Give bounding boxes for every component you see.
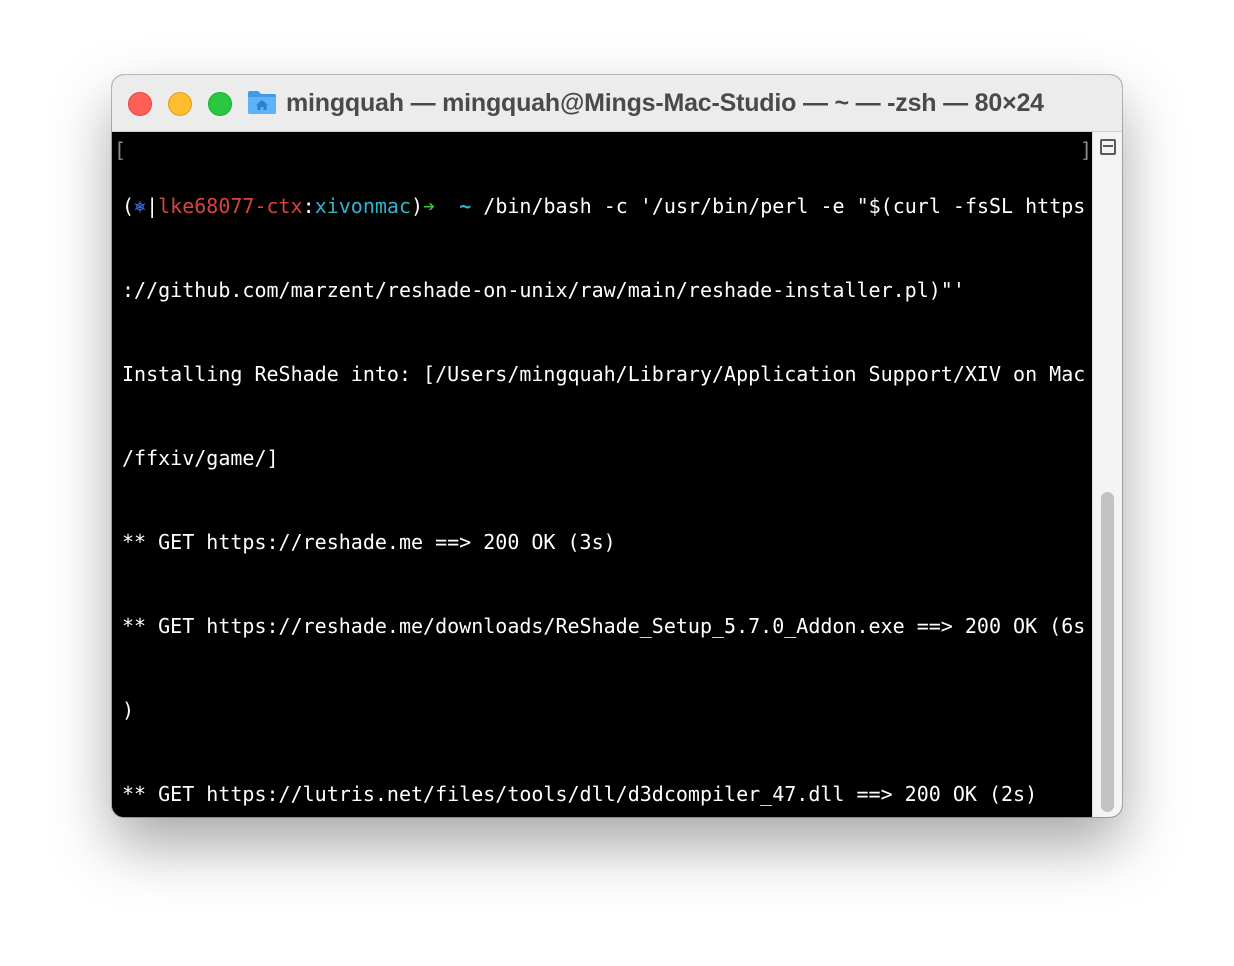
prompt-open-paren: ( bbox=[122, 194, 135, 218]
prompt-arrow-icon: ➔ bbox=[423, 194, 436, 218]
minimize-button[interactable] bbox=[168, 92, 192, 116]
split-pane-icon[interactable] bbox=[1100, 139, 1116, 155]
kubernetes-icon: ⎈ bbox=[134, 194, 147, 218]
scroll-thumb[interactable] bbox=[1101, 492, 1114, 812]
output-line: Installing ReShade into: [/Users/mingqua… bbox=[122, 362, 1086, 386]
output-line: ** GET https://lutris.net/files/tools/dl… bbox=[122, 782, 1038, 806]
prompt-separator: | bbox=[146, 194, 159, 218]
command-text: /bin/bash -c '/usr/bin/perl -e "$(curl -… bbox=[483, 194, 1086, 218]
prompt-directory: ~ bbox=[459, 194, 472, 218]
home-folder-icon bbox=[248, 91, 276, 114]
output-line: ) bbox=[122, 698, 135, 722]
terminal-content[interactable]: [ ] (⎈|lke68077-ctx:xivonmac)➔ ~ /bin/ba… bbox=[112, 132, 1092, 817]
kube-context: lke68077-ctx bbox=[158, 194, 303, 218]
close-button[interactable] bbox=[128, 92, 152, 116]
prompt-colon: : bbox=[302, 194, 315, 218]
terminal-window: mingquah — mingquah@Mings-Mac-Studio — ~… bbox=[112, 75, 1122, 817]
command-wrap-line: ://github.com/marzent/reshade-on-unix/ra… bbox=[122, 278, 965, 302]
prompt-close-paren: ) bbox=[411, 194, 424, 218]
kube-namespace: xivonmac bbox=[314, 194, 412, 218]
window-title: mingquah — mingquah@Mings-Mac-Studio — ~… bbox=[286, 89, 1044, 117]
maximize-button[interactable] bbox=[208, 92, 232, 116]
title-bar[interactable]: mingquah — mingquah@Mings-Mac-Studio — ~… bbox=[112, 75, 1122, 132]
output-line: ** GET https://reshade.me/downloads/ReSh… bbox=[122, 614, 1086, 638]
output-line: ** GET https://reshade.me ==> 200 OK (3s… bbox=[122, 530, 616, 554]
prompt-line: (⎈|lke68077-ctx:xivonmac)➔ ~ /bin/bash -… bbox=[122, 192, 1085, 220]
vertical-scrollbar[interactable] bbox=[1092, 132, 1122, 817]
output-line: /ffxiv/game/] bbox=[122, 446, 279, 470]
terminal-output: (⎈|lke68077-ctx:xivonmac)➔ ~ /bin/bash -… bbox=[122, 136, 1085, 817]
